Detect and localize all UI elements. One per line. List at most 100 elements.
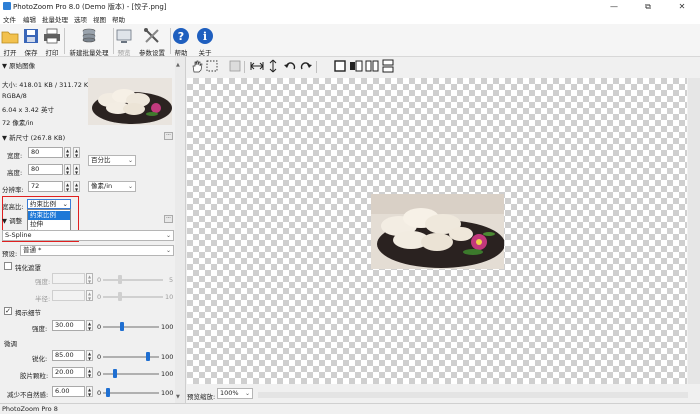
artifact-reduction-slider-thumb[interactable] bbox=[106, 388, 110, 397]
fit-height-icon[interactable] bbox=[266, 59, 280, 73]
resolution-dropdown[interactable]: ▲ ▼ bbox=[73, 181, 80, 192]
preset-select[interactable]: 普通 * ⌄ bbox=[20, 245, 174, 256]
menu-edit[interactable]: 编辑 bbox=[23, 14, 36, 24]
chevron-down-icon: ⌄ bbox=[165, 247, 171, 254]
radius-max: 10 bbox=[165, 293, 174, 301]
restore-button[interactable]: ⧉ bbox=[636, 0, 660, 13]
adjust-header[interactable]: ▼ 调整 bbox=[2, 215, 22, 225]
radius-slider-thumb bbox=[118, 292, 122, 301]
stacked-view-icon[interactable] bbox=[381, 59, 395, 73]
preview-zoom-label: 预览缩放: bbox=[187, 393, 216, 401]
selection-tool-icon[interactable] bbox=[205, 59, 219, 73]
scroll-up-icon[interactable]: ▲ bbox=[176, 62, 180, 68]
folder-icon bbox=[1, 31, 19, 44]
resolution-input[interactable]: 72 bbox=[28, 181, 63, 192]
sharpen-stepper[interactable]: ▲ ▼ bbox=[86, 350, 93, 361]
artifact-reduction-stepper[interactable]: ▲ ▼ bbox=[86, 386, 93, 397]
unsharp-checkbox[interactable] bbox=[4, 262, 12, 270]
canvas-scrollbar[interactable] bbox=[688, 78, 700, 384]
strength-max: 5 bbox=[169, 276, 174, 284]
radius-min: 0 bbox=[97, 293, 102, 301]
menu-batch[interactable]: 批量处理 bbox=[42, 14, 68, 24]
radius-input bbox=[52, 290, 85, 301]
status-bar: PhotoZoom Pro 8 bbox=[0, 403, 700, 414]
menu-view[interactable]: 视图 bbox=[93, 14, 106, 24]
film-grain-input[interactable]: 20.00 bbox=[52, 367, 85, 378]
height-dropdown[interactable]: ▲ ▼ bbox=[73, 164, 80, 175]
sharpen-slider-thumb[interactable] bbox=[146, 352, 150, 361]
film-grain-max: 100 bbox=[161, 370, 174, 378]
strength-slider bbox=[103, 279, 163, 281]
detail-strength-min: 0 bbox=[97, 323, 102, 331]
preview-label: 预览 bbox=[117, 49, 131, 57]
height-stepper[interactable]: ▲ ▼ bbox=[64, 164, 71, 175]
strength-min: 0 bbox=[97, 276, 102, 284]
resolution-unit-select[interactable]: 像素/in ⌄ bbox=[88, 181, 136, 192]
detail-strength-stepper[interactable]: ▲ ▼ bbox=[86, 320, 93, 331]
sharpen-slider[interactable] bbox=[103, 356, 159, 358]
film-grain-stepper[interactable]: ▲ ▼ bbox=[86, 367, 93, 378]
artifact-reduction-input[interactable]: 6.00 bbox=[52, 386, 85, 397]
save-label: 保存 bbox=[24, 49, 38, 57]
preset-label: 预设: bbox=[2, 250, 18, 258]
sharpen-min: 0 bbox=[97, 353, 102, 361]
chevron-down-icon: ⌄ bbox=[127, 183, 133, 190]
original-size: 大小: 418.01 KB / 311.72 K bbox=[2, 81, 89, 89]
method-select[interactable]: S-Spline ⌄ bbox=[2, 230, 174, 241]
settings-label: 参数设置 bbox=[139, 49, 165, 57]
detail-strength-slider-thumb[interactable] bbox=[120, 322, 124, 331]
new-size-header[interactable]: ▼ 新尺寸 (267.8 KB) bbox=[2, 132, 65, 142]
width-input[interactable]: 80 bbox=[28, 147, 63, 158]
film-grain-slider[interactable] bbox=[103, 373, 159, 375]
single-view-icon[interactable] bbox=[333, 59, 347, 73]
size-unit-value: 百分比 bbox=[91, 156, 111, 164]
batch-icon bbox=[82, 28, 96, 43]
width-dropdown[interactable]: ▲ ▼ bbox=[73, 147, 80, 158]
height-input[interactable]: 80 bbox=[28, 164, 63, 175]
split-view-icon[interactable] bbox=[349, 59, 363, 73]
crop-tool-icon[interactable] bbox=[228, 59, 242, 73]
strength-stepper: ▲ ▼ bbox=[86, 273, 93, 284]
sharpen-max: 100 bbox=[161, 353, 174, 361]
size-unit-select[interactable]: 百分比 ⌄ bbox=[88, 155, 136, 166]
sharpen-input[interactable]: 85.00 bbox=[52, 350, 85, 361]
strength-slider-thumb bbox=[118, 275, 122, 284]
film-grain-slider-thumb[interactable] bbox=[113, 369, 117, 378]
rotate-right-icon[interactable] bbox=[299, 59, 313, 73]
toolbar: 打开 保存 打印 新建批量处理 预览 参数设置 ? 帮助 i 关于 bbox=[0, 24, 700, 57]
close-button[interactable]: ✕ bbox=[670, 0, 694, 13]
width-label: 宽度: bbox=[7, 152, 23, 160]
resolution-stepper[interactable]: ▲ ▼ bbox=[64, 181, 71, 192]
artifact-reduction-max: 100 bbox=[161, 389, 174, 397]
film-grain-label: 胶片颗粒: bbox=[20, 372, 49, 380]
horizontal-scrollbar[interactable] bbox=[258, 392, 688, 398]
hand-tool-icon[interactable] bbox=[190, 59, 204, 73]
unsharp-label: 钝化遮罩 bbox=[15, 264, 41, 272]
save-icon bbox=[24, 29, 38, 43]
menu-options[interactable]: 选项 bbox=[74, 14, 87, 24]
side-by-side-view-icon[interactable] bbox=[365, 59, 379, 73]
width-stepper[interactable]: ▲ ▼ bbox=[64, 147, 71, 158]
minimize-button[interactable]: — bbox=[602, 0, 626, 13]
preview-zoom-select[interactable]: 100% ⌄ bbox=[217, 388, 253, 399]
artifact-reduction-label: 减少不自然感: bbox=[7, 391, 49, 399]
radius-stepper: ▲ ▼ bbox=[86, 290, 93, 301]
panel-scrollbar[interactable] bbox=[175, 57, 185, 403]
show-details-label: 揭示细节 bbox=[15, 309, 41, 317]
preview-image bbox=[371, 194, 504, 269]
help-icon: ? bbox=[173, 28, 189, 44]
original-mode: RGBA/8 bbox=[2, 92, 27, 100]
more-button[interactable]: ··· bbox=[164, 132, 173, 140]
fit-width-icon[interactable] bbox=[250, 59, 264, 73]
scroll-down-icon[interactable]: ▼ bbox=[176, 394, 180, 400]
more-button[interactable]: ··· bbox=[164, 215, 173, 223]
menu-help[interactable]: 帮助 bbox=[112, 14, 125, 24]
artifact-reduction-slider[interactable] bbox=[103, 392, 159, 394]
rotate-left-icon[interactable] bbox=[283, 59, 297, 73]
menu-file[interactable]: 文件 bbox=[3, 14, 16, 24]
detail-strength-input[interactable]: 30.00 bbox=[52, 320, 85, 331]
new-batch-label: 新建批量处理 bbox=[69, 49, 109, 57]
show-details-checkbox[interactable]: ✓ bbox=[4, 307, 12, 315]
original-image-header[interactable]: ▼ 原始图像 bbox=[2, 60, 35, 70]
detail-strength-slider[interactable] bbox=[103, 326, 159, 328]
